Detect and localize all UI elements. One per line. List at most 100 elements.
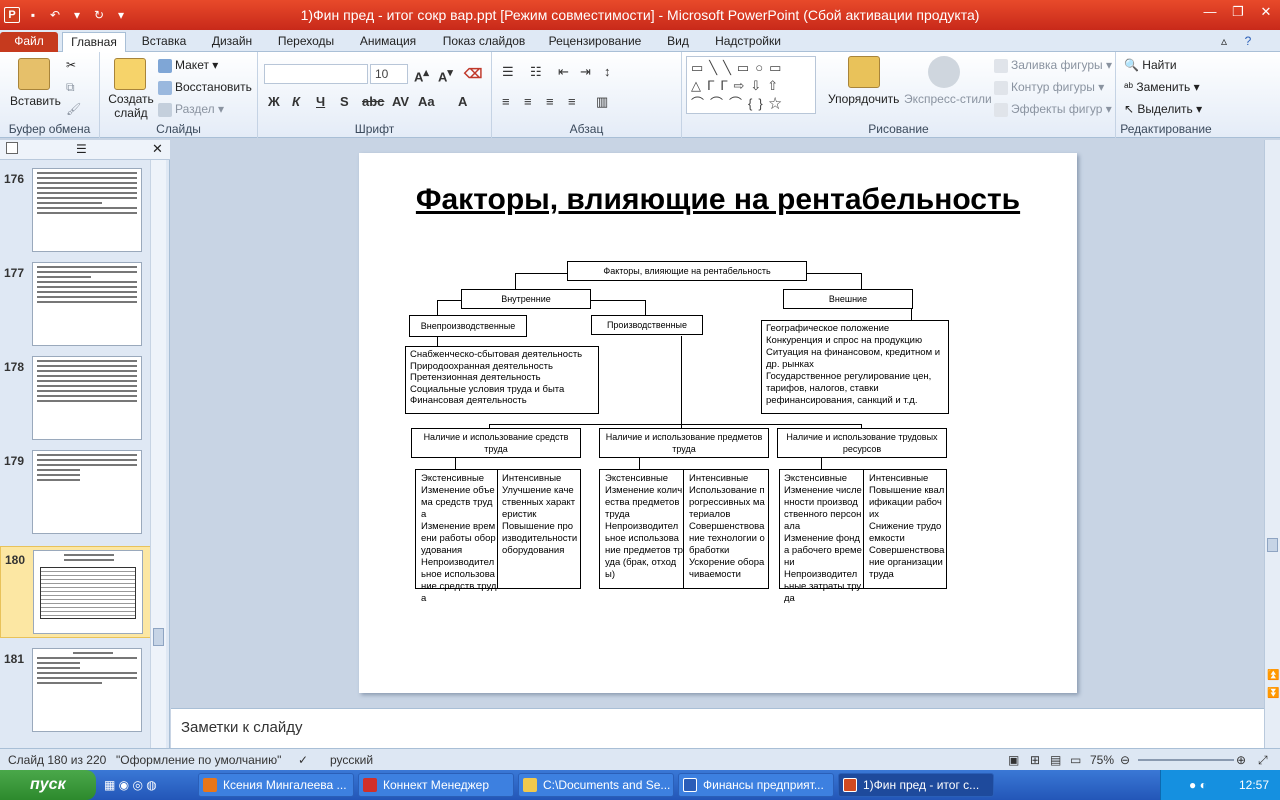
normal-view-icon[interactable]: ▣ — [1008, 753, 1019, 767]
justify-icon[interactable]: ≡ — [568, 94, 576, 109]
find-button[interactable]: 🔍 Найти — [1124, 58, 1177, 72]
tab-design[interactable]: Дизайн — [202, 32, 262, 52]
numbering-icon[interactable]: ☷ — [530, 64, 542, 80]
zoom-level[interactable]: 75% — [1090, 753, 1114, 767]
slide-scrollbar[interactable]: ⏫ ⏬ — [1264, 140, 1280, 748]
tab-slideshow[interactable]: Показ слайдов — [434, 32, 534, 52]
means-of-labor-box[interactable]: Наличие и использование средств труда — [411, 428, 581, 458]
slide-title[interactable]: Факторы, влияющие на рентабельность — [359, 179, 1077, 221]
thumbnail-scrollbar[interactable] — [150, 160, 166, 748]
slide-canvas[interactable]: Факторы, влияющие на рентабельность Факт… — [359, 153, 1077, 693]
slide-sorter-icon[interactable]: ⊞ — [1030, 753, 1040, 767]
help-icon[interactable]: ? — [1240, 32, 1256, 52]
close-icon[interactable]: ✕ — [1252, 2, 1280, 22]
external-factors-box[interactable]: Внешние — [783, 289, 913, 309]
grow-font-icon[interactable]: A▴ — [414, 66, 429, 84]
font-color-icon[interactable]: A — [458, 94, 467, 109]
replace-button[interactable]: ᵃᵇ Заменить ▾ — [1124, 80, 1200, 94]
zoom-out-icon[interactable]: ⊖ — [1120, 753, 1130, 767]
taskbar-button-explorer[interactable]: C:\Documents and Se... — [518, 773, 674, 797]
thumbnail-row[interactable]: 176 — [0, 166, 160, 256]
taskbar-button-powerpoint[interactable]: 1)Фин пред - итог с... — [838, 773, 994, 797]
tray-icons[interactable]: ● ◐ — [1189, 778, 1207, 792]
new-slide-button[interactable]: Создать слайд — [108, 92, 154, 120]
thumbnail-row[interactable]: 179 — [0, 448, 160, 538]
slide-thumbnail[interactable] — [32, 262, 142, 346]
minimize-ribbon-icon[interactable]: ▵ — [1216, 32, 1232, 52]
labor-extensive-text[interactable]: Экстенсивные Изменение численности произ… — [784, 473, 862, 605]
nonproduction-box[interactable]: Внепроизводственные — [409, 315, 527, 337]
quick-styles-icon[interactable] — [928, 56, 960, 88]
tab-review[interactable]: Рецензирование — [542, 32, 648, 52]
columns-icon[interactable]: ▥ — [596, 94, 608, 110]
align-right-icon[interactable]: ≡ — [546, 94, 554, 109]
slide-thumbnail[interactable] — [32, 648, 142, 732]
increase-indent-icon[interactable]: ⇥ — [580, 64, 591, 80]
clear-format-icon[interactable]: ⌫ — [464, 66, 482, 82]
quick-styles-button[interactable]: Экспресс-стили — [904, 92, 992, 106]
bullets-icon[interactable]: ☰ — [502, 64, 514, 80]
bold-icon[interactable]: Ж — [268, 94, 280, 109]
labor-intensive-text[interactable]: Интенсивные Повышение квалификации рабоч… — [869, 473, 945, 581]
zoom-slider[interactable] — [1138, 759, 1234, 761]
tab-file[interactable]: Файл — [0, 32, 58, 52]
tab-transitions[interactable]: Переходы — [270, 32, 342, 52]
scroll-thumb[interactable] — [1267, 538, 1278, 552]
shadow-icon[interactable]: S — [340, 94, 349, 109]
maximize-icon[interactable]: ❐ — [1224, 2, 1252, 22]
objects-intensive-text[interactable]: Интенсивные Использование прогрессивных … — [689, 473, 765, 581]
select-button[interactable]: ↖ Выделить ▾ — [1124, 102, 1202, 116]
taskbar-button-connect[interactable]: Коннект Менеджер — [358, 773, 514, 797]
line-spacing-icon[interactable]: ↕ — [604, 64, 611, 79]
slides-tab-icon[interactable] — [6, 142, 18, 154]
slide-thumbnail-current[interactable] — [33, 550, 143, 634]
slideshow-icon[interactable]: ▭ — [1070, 753, 1081, 767]
slide-thumbnail[interactable] — [32, 356, 142, 440]
align-left-icon[interactable]: ≡ — [502, 94, 510, 109]
slide-thumbnail[interactable] — [32, 450, 142, 534]
taskbar-button-firefox[interactable]: Ксения Мингалеева ... — [198, 773, 354, 797]
char-spacing-icon[interactable]: AV — [392, 94, 409, 109]
taskbar-button-word[interactable]: Финансы предприят... — [678, 773, 834, 797]
shape-fill-button[interactable]: Заливка фигуры ▾ — [994, 58, 1112, 73]
strikethrough-icon[interactable]: abc — [362, 94, 384, 109]
prev-slide-icon[interactable]: ⏫ — [1267, 670, 1279, 681]
section-button[interactable]: Раздел ▾ — [158, 102, 224, 117]
font-name-combo[interactable] — [264, 64, 368, 84]
layout-button[interactable]: Макет ▾ — [158, 58, 218, 73]
paste-button[interactable]: Вставить — [10, 94, 61, 108]
close-panel-icon[interactable]: ✕ — [152, 141, 163, 157]
align-center-icon[interactable]: ≡ — [524, 94, 532, 109]
tab-insert[interactable]: Вставка — [134, 32, 194, 52]
external-list[interactable]: Географическое положение Конкуренция и с… — [761, 320, 949, 414]
fit-to-window-icon[interactable]: ⤢ — [1258, 753, 1268, 768]
italic-icon[interactable]: К — [292, 94, 300, 109]
minimize-icon[interactable]: — — [1196, 2, 1224, 22]
labor-resources-box[interactable]: Наличие и использование трудовых ресурсо… — [777, 428, 947, 458]
tab-home[interactable]: Главная — [62, 32, 126, 52]
reset-button[interactable]: Восстановить — [158, 80, 252, 95]
next-slide-icon[interactable]: ⏬ — [1267, 688, 1279, 699]
arrange-button[interactable]: Упорядочить — [828, 92, 899, 106]
shape-effects-button[interactable]: Эффекты фигур ▾ — [994, 102, 1112, 117]
font-size-combo[interactable]: 10 — [370, 64, 408, 84]
arrange-icon[interactable] — [848, 56, 880, 88]
copy-icon[interactable]: ⧉ — [66, 80, 75, 95]
root-factor-box[interactable]: Факторы, влияющие на рентабельность — [567, 261, 807, 281]
nonproduction-list[interactable]: Снабженческо-сбытовая деятельность Приро… — [405, 346, 599, 414]
tab-animation[interactable]: Анимация — [350, 32, 426, 52]
start-button[interactable]: пуск — [0, 770, 96, 800]
means-intensive-text[interactable]: Интенсивные Улучшение качественных харак… — [502, 473, 578, 557]
underline-icon[interactable]: Ч — [316, 94, 325, 109]
production-box[interactable]: Производственные — [591, 315, 703, 335]
spellcheck-icon[interactable]: ✓ — [298, 753, 308, 767]
tab-addins[interactable]: Надстройки — [708, 32, 788, 52]
cut-icon[interactable]: ✂ — [66, 58, 76, 72]
shapes-gallery[interactable]: ▭╲╲▭○▭ △ᒥᒥ⇨⇩⇧ ⌒⌒⌒{}☆ — [686, 56, 816, 114]
paste-icon[interactable] — [18, 58, 50, 90]
thumbnail-row[interactable]: 181 — [0, 646, 160, 736]
thumbnail-row[interactable]: 178 — [0, 354, 160, 444]
zoom-in-icon[interactable]: ⊕ — [1236, 753, 1246, 767]
scroll-thumb[interactable] — [153, 628, 164, 646]
objects-extensive-text[interactable]: Экстенсивные Изменение количества предме… — [605, 473, 683, 581]
